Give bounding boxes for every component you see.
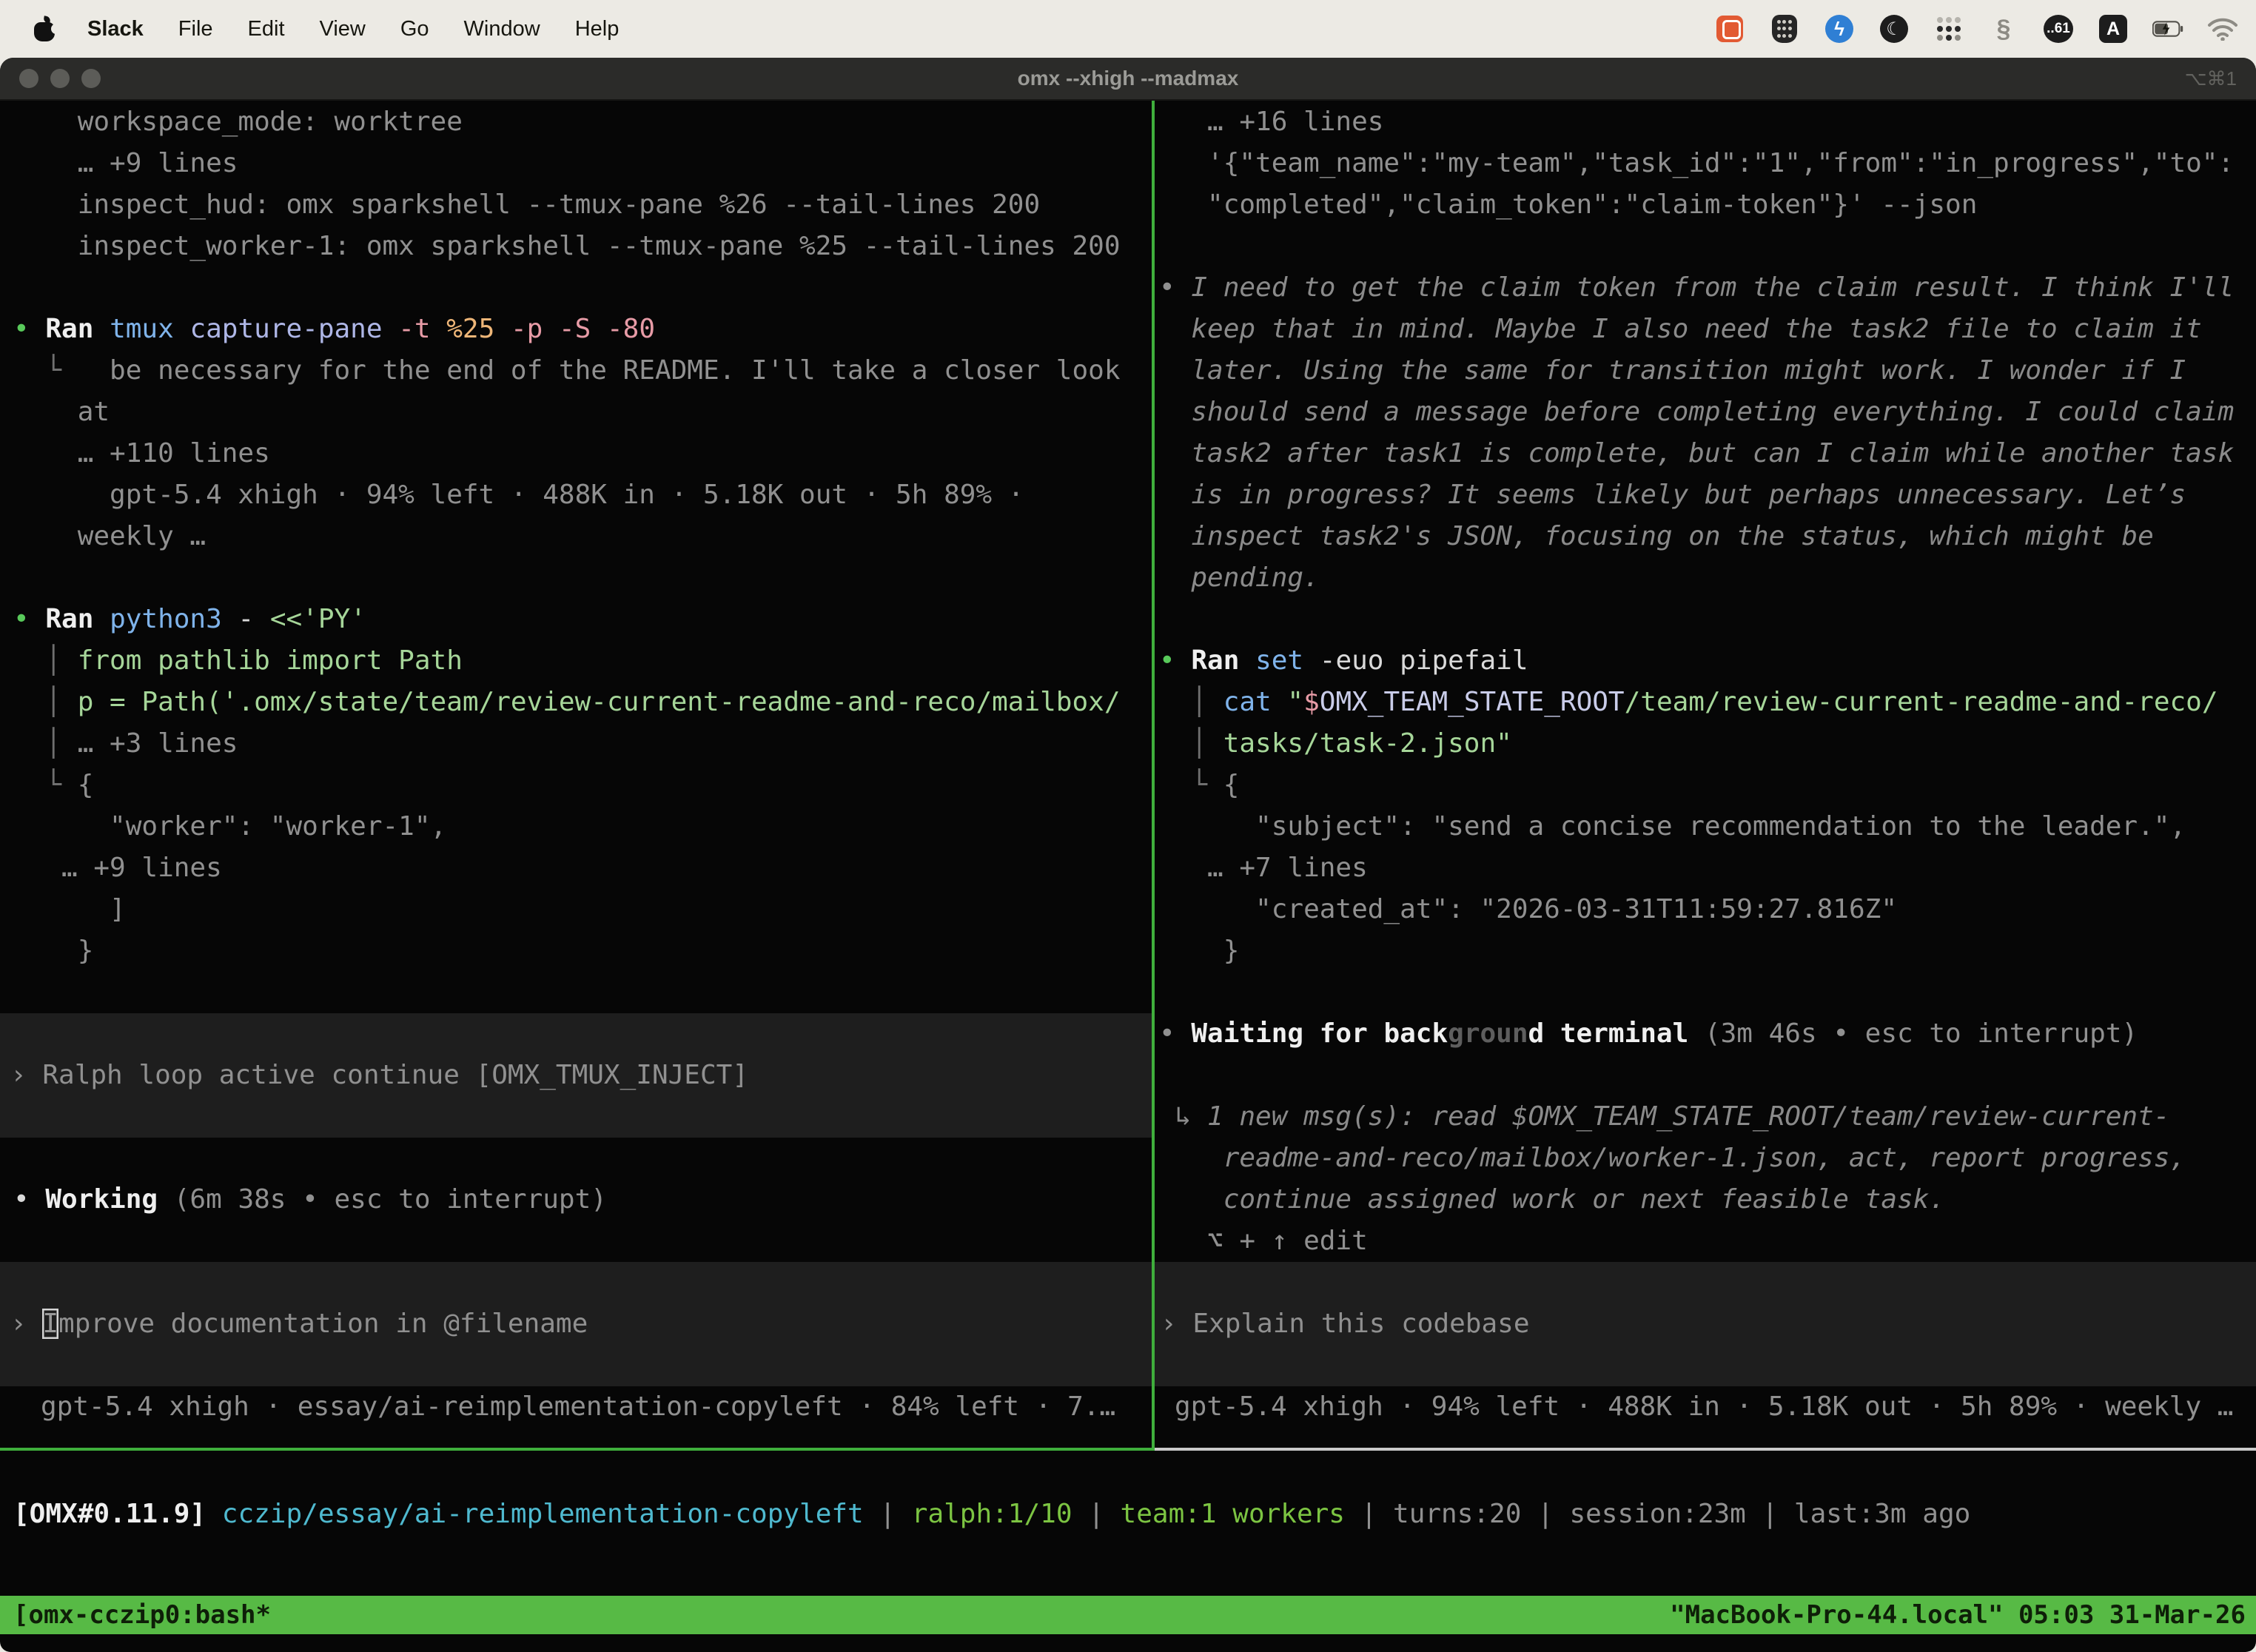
terminal-line: … +9 lines — [13, 143, 1152, 184]
terminal-line: • Waiting for background terminal (3m 46… — [1159, 1013, 2256, 1055]
terminal-line: "subject": "send a concise recommendatio… — [1159, 806, 2256, 847]
terminal-line: … +7 lines — [1159, 847, 2256, 889]
window-title-bar: omx --xhigh --madmax ⌥⌘1 — [0, 58, 2256, 101]
terminal-line: } — [1159, 930, 2256, 972]
keypad-shield-icon[interactable] — [1769, 13, 1800, 44]
terminal-line: workspace_mode: worktree — [13, 101, 1152, 143]
terminal-line: gpt-5.4 xhigh · 94% left · 488K in · 5.1… — [1175, 1386, 2256, 1428]
terminal-line: weekly … — [13, 516, 1152, 557]
terminal-line: readme-and-reco/mailbox/worker-1.json, a… — [1159, 1138, 2256, 1179]
terminal-line: │ tasks/task-2.json" — [1159, 723, 2256, 765]
worker-prompt-input: › Explain this codebase — [1155, 1303, 2256, 1345]
window-title: omx --xhigh --madmax — [0, 67, 2256, 90]
terminal-line: [OMX#0.11.9] cczip/essay/ai-reimplementa… — [13, 1494, 1970, 1535]
tmux-session-window-tab[interactable]: [omx-cczip0:bash* — [13, 1600, 271, 1630]
terminal-line — [1159, 972, 2256, 1013]
worker-model-status-line: gpt-5.4 xhigh · 94% left · 488K in · 5.1… — [1155, 1386, 2256, 1428]
terminal-line: ↳ 1 new msg(s): read $OMX_TEAM_STATE_ROO… — [1159, 1096, 2256, 1138]
menu-item-go[interactable]: Go — [400, 17, 429, 41]
screen-record-icon[interactable] — [1714, 13, 1745, 44]
terminal-line: │ cat "$OMX_TEAM_STATE_ROOT/team/review-… — [1159, 682, 2256, 723]
terminal-line: "created_at": "2026-03-31T11:59:27.816Z" — [1159, 889, 2256, 930]
omx-status-line: [OMX#0.11.9] cczip/essay/ai-reimplementa… — [0, 1494, 1970, 1535]
terminal-line — [13, 267, 1152, 309]
terminal-line: • Ran set -euo pipefail — [1159, 640, 2256, 682]
hud-pane: workspace_mode: worktree … +9 lines insp… — [0, 101, 1152, 1448]
letter-a-icon[interactable]: A — [2098, 13, 2129, 44]
ralph-loop-banner: › Ralph loop active continue [OMX_TMUX_I… — [0, 1013, 1152, 1138]
tmux-host-clock: "MacBook-Pro-44.local" 05:03 31-Mar-26 — [1670, 1600, 2246, 1630]
battery-icon[interactable] — [2152, 13, 2183, 44]
terminal-line: └ be necessary for the end of the README… — [13, 350, 1152, 392]
terminal-line: "completed","claim_token":"claim-token"}… — [1159, 184, 2256, 226]
terminal-line: gpt-5.4 xhigh · 94% left · 488K in · 5.1… — [13, 474, 1152, 516]
terminal-line — [13, 557, 1152, 599]
terminal-line: └ { — [1159, 765, 2256, 806]
terminal-line: ⌥ + ↑ edit — [1159, 1220, 2256, 1262]
worker-prompt-box[interactable]: › Explain this codebase — [1155, 1262, 2256, 1386]
terminal-line: task2 after task1 is complete, but can I… — [1159, 433, 2256, 474]
hud-model-status-line: gpt-5.4 xhigh · essay/ai-reimplementatio… — [0, 1386, 1152, 1428]
terminal-line: should send a message before completing … — [1159, 392, 2256, 433]
terminal-line: • I need to get the claim token from the… — [1159, 267, 2256, 309]
omx-status-pane: [OMX#0.11.9] cczip/essay/ai-reimplementa… — [0, 1451, 2256, 1611]
blue-bolt-icon[interactable]: ϟ — [1824, 13, 1855, 44]
menu-status-icons: ϟ ☾ § ..61 A — [1714, 13, 2238, 44]
terminal-line: … +9 lines — [13, 847, 1152, 889]
terminal-line: "worker": "worker-1", — [13, 806, 1152, 847]
terminal-line — [1159, 1055, 2256, 1096]
terminal-line: │ from pathlib import Path — [13, 640, 1152, 682]
menu-items: Slack File Edit View Go Window Help — [87, 17, 619, 41]
terminal-line: │ p = Path('.omx/state/team/review-curre… — [13, 682, 1152, 723]
terminal-line: inspect_hud: omx sparkshell --tmux-pane … — [13, 184, 1152, 226]
terminal-line: › Ralph loop active continue [OMX_TMUX_I… — [10, 1055, 1152, 1096]
working-status-line: • Working (6m 38s • esc to interrupt) — [0, 1179, 1152, 1220]
terminal-line — [1159, 599, 2256, 640]
dots-grid-icon[interactable] — [1933, 13, 1964, 44]
terminal-line: … +110 lines — [13, 433, 1152, 474]
menu-item-file[interactable]: File — [178, 17, 213, 41]
worker-transcript: … +16 lines '{"team_name":"my-team","tas… — [1155, 101, 2256, 1262]
terminal-line: at — [13, 392, 1152, 433]
terminal-line: • Ran tmux capture-pane -t %25 -p -S -80 — [13, 309, 1152, 350]
terminal-line: is in progress? It seems likely but perh… — [1159, 474, 2256, 516]
apple-logo-icon[interactable] — [34, 16, 56, 41]
terminal-line: keep that in mind. Maybe I also need the… — [1159, 309, 2256, 350]
terminal-line — [1159, 226, 2256, 267]
terminal-line: ] — [13, 889, 1152, 930]
terminal-line: gpt-5.4 xhigh · essay/ai-reimplementatio… — [41, 1386, 1152, 1428]
window-shortcut-hint: ⌥⌘1 — [2185, 67, 2237, 90]
dark-moon-icon[interactable]: ☾ — [1879, 13, 1910, 44]
terminal-window: omx --xhigh --madmax ⌥⌘1 workspace_mode:… — [0, 58, 2256, 1652]
menu-item-view[interactable]: View — [320, 17, 366, 41]
hud-transcript: workspace_mode: worktree … +9 lines insp… — [0, 101, 1152, 972]
terminal-line: • Ran python3 - <<'PY' — [13, 599, 1152, 640]
terminal-line: › Improve documentation in @filename — [10, 1303, 1152, 1345]
terminal-line: later. Using the same for transition mig… — [1159, 350, 2256, 392]
terminal-line: pending. — [1159, 557, 2256, 599]
terminal-line: └ { — [13, 765, 1152, 806]
hud-prompt-input: › Improve documentation in @filename — [0, 1303, 1152, 1345]
wifi-icon[interactable] — [2207, 13, 2238, 44]
hud-prompt-box[interactable]: › Improve documentation in @filename — [0, 1262, 1152, 1386]
terminal-line: › Explain this codebase — [1161, 1303, 2256, 1345]
terminal-line: inspect_worker-1: omx sparkshell --tmux-… — [13, 226, 1152, 267]
tmux-status-bar: [omx-cczip0:bash* "MacBook-Pro-44.local"… — [0, 1596, 2256, 1634]
badge-61-icon[interactable]: ..61 — [2043, 13, 2074, 44]
menu-item-slack[interactable]: Slack — [87, 17, 144, 41]
terminal-line: } — [13, 930, 1152, 972]
terminal-line: … +16 lines — [1159, 101, 2256, 143]
terminal-line: • Working (6m 38s • esc to interrupt) — [13, 1179, 1152, 1220]
terminal-line: continue assigned work or next feasible … — [1159, 1179, 2256, 1220]
menu-item-window[interactable]: Window — [464, 17, 540, 41]
menu-item-edit[interactable]: Edit — [248, 17, 285, 41]
terminal-line: '{"team_name":"my-team","task_id":"1","f… — [1159, 143, 2256, 184]
worker-pane: … +16 lines '{"team_name":"my-team","tas… — [1155, 101, 2256, 1448]
terminal-line: inspect task2's JSON, focusing on the st… — [1159, 516, 2256, 557]
terminal-line: │ … +3 lines — [13, 723, 1152, 765]
menu-item-help[interactable]: Help — [575, 17, 620, 41]
squiggle-icon[interactable]: § — [1988, 13, 2019, 44]
menu-bar: Slack File Edit View Go Window Help ϟ ☾ § ..61… — [0, 0, 2256, 58]
